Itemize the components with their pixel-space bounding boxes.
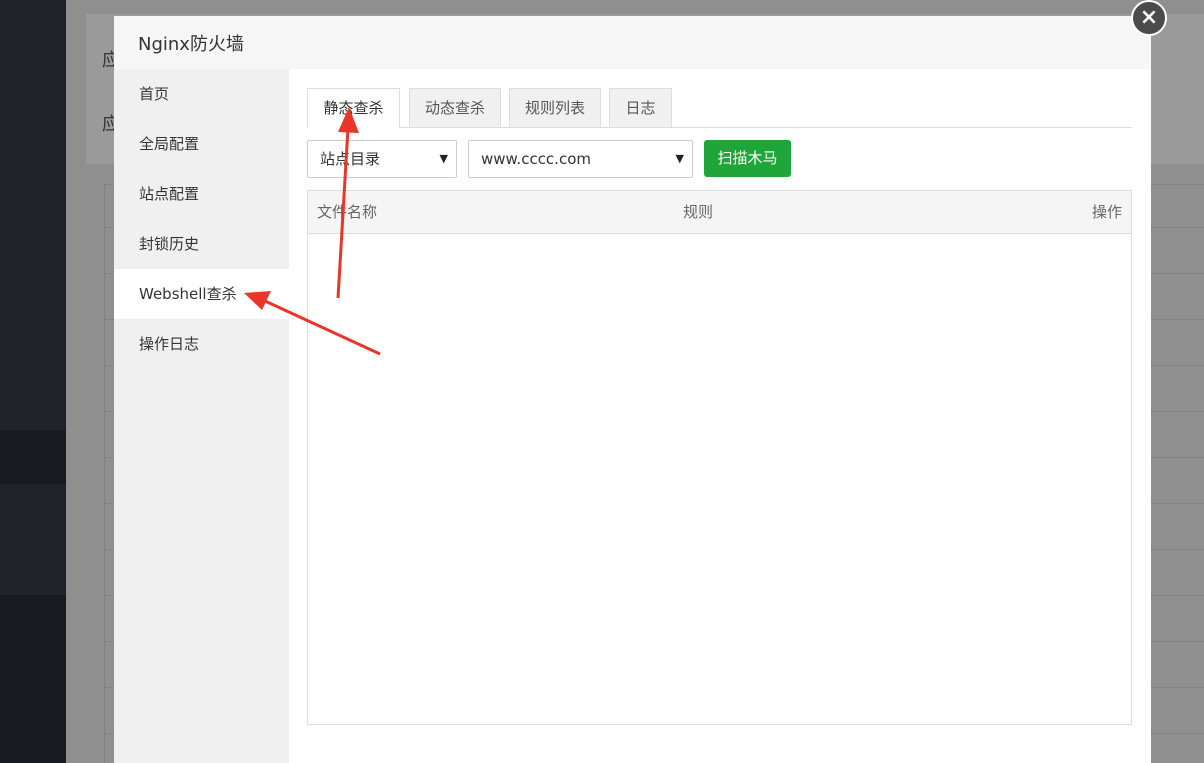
dialog-sidebar: 首页 全局配置 站点配置 封锁历史 Webshell查杀 操作日志 <box>114 69 289 763</box>
dialog-title: Nginx防火墙 <box>138 34 244 55</box>
results-table: 文件名称 规则 操作 <box>307 190 1132 725</box>
sidebar-item-block-history[interactable]: 封锁历史 <box>114 219 289 269</box>
column-header-rule: 规则 <box>683 203 714 221</box>
dropdown-caret-icon: ▼ <box>439 152 448 165</box>
dropdown-caret-icon: ▼ <box>675 152 684 165</box>
table-header: 文件名称 规则 操作 <box>308 191 1131 234</box>
scan-trojan-button[interactable]: 扫描木马 <box>704 140 791 177</box>
nginx-firewall-dialog: Nginx防火墙 首页 全局配置 站点配置 封锁历史 Webshell查杀 操作… <box>114 16 1151 763</box>
site-select[interactable]: www.cccc.com ▼ <box>468 140 693 178</box>
site-select-value: www.cccc.com <box>481 150 591 168</box>
tab-rule-list[interactable]: 规则列表 <box>509 88 601 127</box>
close-icon[interactable]: × <box>1131 0 1167 36</box>
background-sidebar-lower <box>0 595 66 763</box>
dialog-header: Nginx防火墙 <box>114 16 1151 70</box>
sidebar-item-operation-log[interactable]: 操作日志 <box>114 319 289 369</box>
sidebar-item-webshell-scan[interactable]: Webshell查杀 <box>114 269 289 319</box>
tab-log[interactable]: 日志 <box>609 88 672 127</box>
tab-dynamic-scan[interactable]: 动态查杀 <box>409 88 501 127</box>
column-header-filename: 文件名称 <box>317 203 378 221</box>
sidebar-item-site-config[interactable]: 站点配置 <box>114 169 289 219</box>
sidebar-item-global-config[interactable]: 全局配置 <box>114 119 289 169</box>
tab-static-scan[interactable]: 静态查杀 <box>307 88 400 128</box>
sidebar-item-home[interactable]: 首页 <box>114 69 289 119</box>
directory-select[interactable]: 站点目录 ▼ <box>307 140 457 178</box>
column-header-action: 操作 <box>1091 203 1122 221</box>
dialog-content: 静态查杀 动态查杀 规则列表 日志 站点目录 ▼ www.cccc.com ▼ … <box>289 69 1151 763</box>
background-sidebar <box>0 0 66 763</box>
directory-select-value: 站点目录 <box>320 150 381 168</box>
tab-bar: 静态查杀 动态查杀 规则列表 日志 <box>307 88 1132 128</box>
background-sidebar-highlight <box>0 430 66 484</box>
